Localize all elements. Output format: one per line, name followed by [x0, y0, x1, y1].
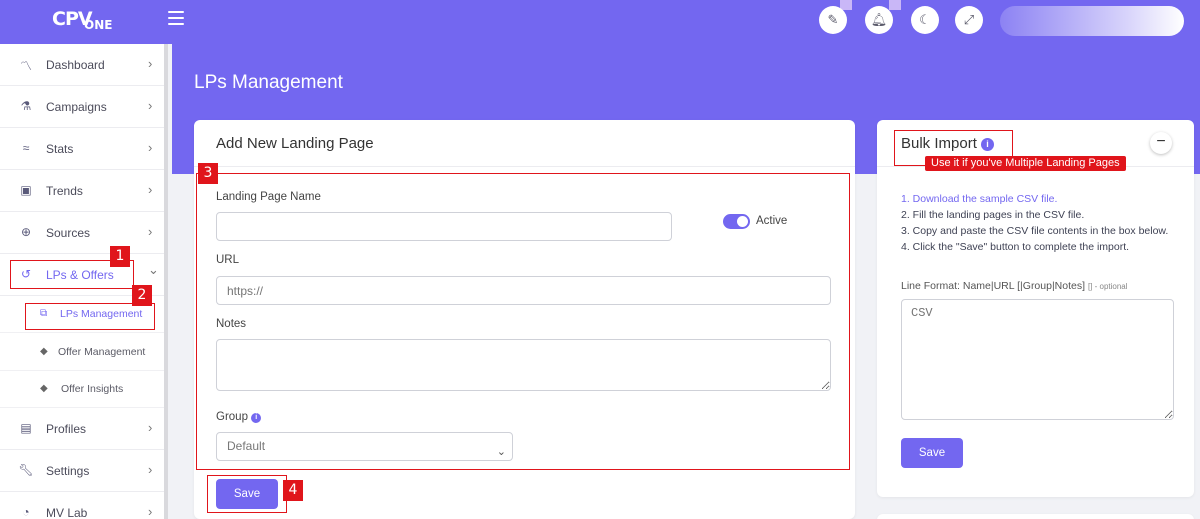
add-form-title: Add New Landing Page — [216, 135, 374, 152]
sidebar-item-label: Dashboard — [46, 58, 105, 72]
download-sample-link[interactable]: 1. Download the sample CSV file. — [901, 191, 1171, 207]
clipboard-icon: ▤ — [20, 421, 32, 435]
sidebar-item-mv-lab[interactable]: ◔ MV Lab › — [0, 492, 164, 519]
expand-icon[interactable]: ⤢ — [955, 6, 983, 34]
sidebar-item-label: Settings — [46, 464, 90, 478]
moon-icon[interactable]: ☾ — [911, 6, 939, 34]
line-format-text: Line Format: Name|URL [|Group|Notes] [] … — [901, 280, 1128, 292]
magic-wand-icon[interactable]: ✎ — [819, 6, 847, 34]
save-bulk-import-button[interactable]: Save — [901, 438, 963, 468]
page-title: LPs Management — [194, 72, 343, 93]
chart-line-icon: 〽 — [19, 59, 32, 73]
sidebar-subitem-offer-insights[interactable]: ◆ Offer Insights — [0, 371, 164, 408]
instruction-step: 2. Fill the landing pages in the CSV fil… — [901, 209, 1085, 221]
annotation-number-4: 4 — [283, 480, 303, 501]
chevron-right-icon: › — [148, 504, 153, 519]
sidebar-item-stats[interactable]: ≈ Stats › — [0, 128, 164, 170]
sidebar-item-label: MV Lab — [46, 506, 88, 519]
sidebar-subitem-label: Offer Management — [58, 346, 146, 358]
sidebar-item-label: Profiles — [46, 422, 87, 436]
chevron-right-icon: › — [148, 98, 153, 113]
sidebar-item-label: Trends — [46, 184, 83, 198]
collapse-button[interactable]: − — [1150, 132, 1172, 154]
sidebar-item-dashboard[interactable]: 〽 Dashboard › — [0, 44, 164, 86]
sidebar-item-profiles[interactable]: ▤ Profiles › — [0, 408, 164, 450]
chevron-right-icon: › — [148, 224, 153, 239]
stats-icon: ≈ — [22, 141, 30, 155]
annotation-box-2 — [25, 303, 155, 330]
app-logo[interactable]: CPV ONE — [52, 8, 112, 32]
briefcase-icon: ▣ — [20, 183, 32, 197]
menu-toggle-icon[interactable] — [168, 11, 184, 25]
annotation-box-4 — [207, 475, 287, 513]
line-format-label: Line Format: Name|URL [|Group|Notes] — [901, 280, 1086, 292]
next-card — [877, 514, 1194, 519]
user-profile-menu[interactable] — [1000, 6, 1184, 36]
line-format-optional: [] - optional — [1087, 282, 1128, 291]
annotation-number-3: 3 — [198, 163, 218, 184]
annotation-callout: Use it if you've Multiple Landing Pages — [925, 156, 1126, 171]
lab-icon: ◔ — [22, 505, 30, 519]
bulk-import-instructions: 1. Download the sample CSV file. 2. Fill… — [901, 191, 1171, 255]
csv-textarea[interactable] — [901, 299, 1174, 420]
chevron-down-icon: ⌄ — [148, 262, 159, 277]
chevron-right-icon: › — [148, 420, 153, 435]
flask-icon: ⚗ — [20, 99, 32, 113]
chevron-right-icon: › — [148, 462, 153, 477]
globe-icon: ⊕ — [20, 225, 32, 239]
sidebar-item-trends[interactable]: ▣ Trends › — [0, 170, 164, 212]
tag-icon: ◆ — [40, 346, 48, 357]
topbar-decoration — [889, 0, 901, 10]
logo-sub: ONE — [84, 18, 113, 32]
annotation-box-3 — [196, 173, 850, 470]
chevron-right-icon: › — [148, 140, 153, 155]
annotation-number-2: 2 — [132, 285, 152, 306]
sidebar-item-label: Campaigns — [46, 100, 107, 114]
sidebar-item-label: Sources — [46, 226, 91, 240]
sidebar-subitem-offer-management[interactable]: ◆ Offer Management — [0, 334, 164, 371]
tags-icon: ◆ — [40, 383, 48, 394]
annotation-number-1: 1 — [110, 246, 130, 267]
sidebar-item-settings[interactable]: 🔧︎ Settings › — [0, 450, 164, 492]
sidebar-item-campaigns[interactable]: ⚗ Campaigns › — [0, 86, 164, 128]
chevron-right-icon: › — [148, 182, 153, 197]
sidebar-item-sources[interactable]: ⊕ Sources › — [0, 212, 164, 254]
sidebar-item-label: Stats — [46, 142, 74, 156]
instruction-step: 3. Copy and paste the CSV file contents … — [901, 225, 1169, 237]
card-divider — [194, 166, 855, 167]
top-bar: CPV ONE ✎ 🔔︎ ☾ ⤢ — [0, 0, 1200, 44]
instruction-step: 4. Click the "Save" button to complete t… — [901, 241, 1130, 253]
chevron-right-icon: › — [148, 56, 153, 71]
bell-icon[interactable]: 🔔︎ — [865, 6, 893, 34]
sidebar-subitem-label: Offer Insights — [61, 383, 124, 395]
wrench-icon: 🔧︎ — [18, 463, 34, 477]
